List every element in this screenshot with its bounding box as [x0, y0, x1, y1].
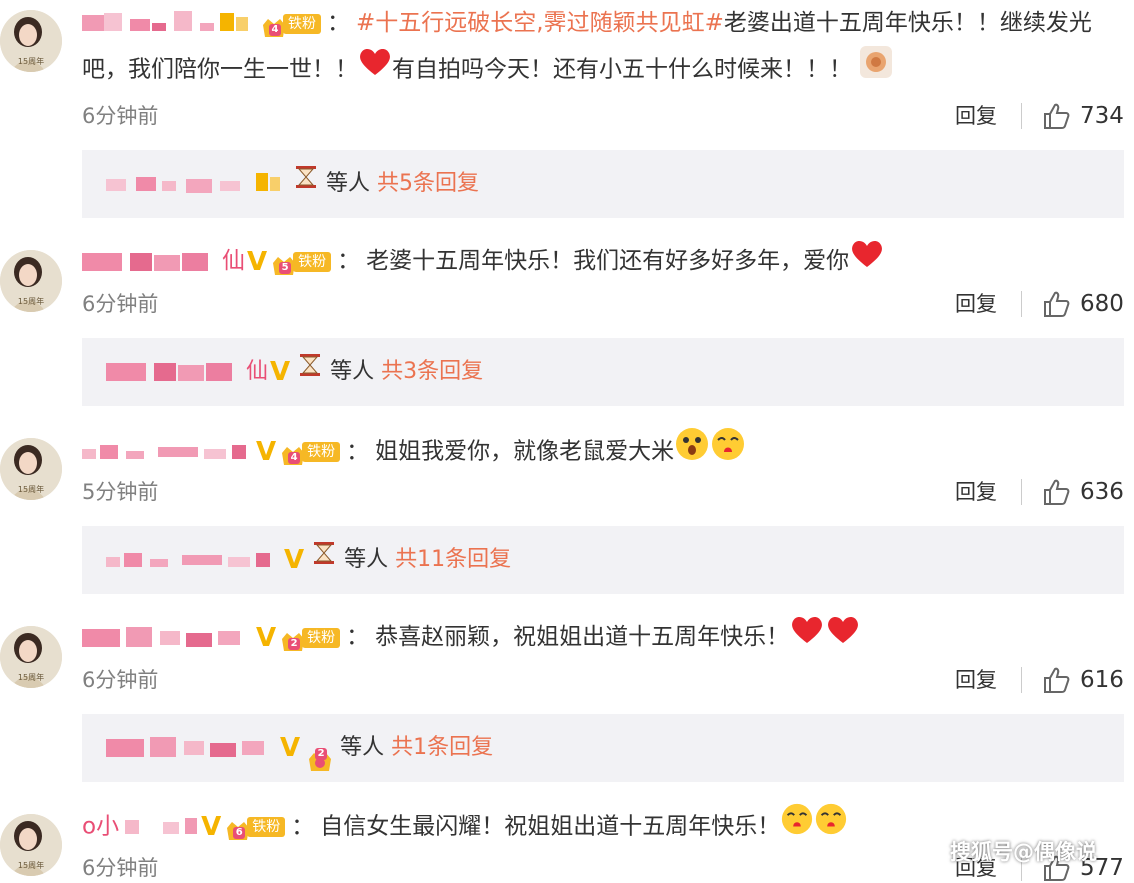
comment-time: 5分钟前 — [82, 480, 159, 504]
fan-crown-icon: 4 — [280, 439, 306, 465]
username-mosaic[interactable] — [82, 437, 254, 467]
avatar[interactable]: 15周年 — [0, 250, 62, 312]
comment-body: V 2 铁粉：恭喜赵丽颖，祝姐姐出道十五周年快乐！ — [82, 614, 1124, 661]
username-mosaic[interactable] — [82, 623, 254, 653]
v-badge-icon: V — [284, 545, 305, 575]
like-button[interactable]: 734 — [1042, 101, 1124, 131]
kiss-emoji — [780, 802, 814, 852]
comment-body: 4 铁粉： #十五行远破长空,霁过随颖共见虹#老婆出道十五周年快乐！！继续发光 — [82, 0, 1124, 46]
fan-badge[interactable]: 4 铁粉 — [261, 11, 321, 37]
hourglass-icon — [297, 338, 323, 406]
peach-emoji — [860, 46, 892, 94]
sub-replies[interactable]: V 2 等人 共1条回复 — [82, 714, 1124, 782]
reply-button[interactable]: 回复 — [955, 665, 997, 695]
like-button[interactable]: 636 — [1042, 477, 1124, 507]
reply-count[interactable]: 共1条回复 — [391, 735, 493, 760]
kiss-emoji — [710, 426, 746, 478]
v-badge-icon: V — [256, 622, 277, 653]
reply-count[interactable]: 共11条回复 — [395, 547, 511, 572]
comment-body-cont: 吧，我们陪你一生一世！！ 有自拍吗今天！还有小五十什么时候来！！！ — [82, 46, 1124, 94]
comment-time: 6分钟前 — [82, 668, 159, 692]
svg-text:15周年: 15周年 — [18, 56, 44, 66]
v-badge-icon: V — [247, 246, 268, 277]
fan-crown-icon: 2 — [280, 625, 306, 651]
thumb-up-icon — [1044, 291, 1070, 317]
fan-badge[interactable]: 6 铁粉 — [225, 814, 286, 840]
like-button[interactable]: 680 — [1042, 289, 1124, 319]
divider — [1021, 103, 1022, 129]
comment-time: 6分钟前 — [82, 104, 159, 128]
reply-button[interactable]: 回复 — [955, 289, 997, 319]
comment-time: 6分钟前 — [82, 856, 159, 880]
replier-mosaic — [106, 173, 280, 193]
divider — [1021, 479, 1022, 505]
fan-badge[interactable]: 2 铁粉 — [280, 625, 341, 651]
heart-emoji — [849, 239, 885, 285]
comment-time: 6分钟前 — [82, 292, 159, 316]
fan-crown-icon: 6 — [225, 814, 251, 840]
svg-text:15周年: 15周年 — [18, 860, 44, 870]
avatar[interactable]: 15周年 — [0, 814, 62, 876]
svg-text:15周年: 15周年 — [18, 296, 44, 306]
hourglass-icon — [311, 526, 337, 594]
like-button[interactable]: 616 — [1042, 665, 1124, 695]
reply-button[interactable]: 回复 — [955, 477, 997, 507]
v-badge-icon: V — [270, 357, 291, 387]
v-badge-icon: V — [201, 812, 222, 842]
replier-mosaic — [106, 737, 264, 757]
thumb-up-icon — [1044, 103, 1070, 129]
comment-body: V 4 铁粉：姐姐我爱你，就像老鼠爱大米 — [82, 426, 1124, 478]
svg-text:15周年: 15周年 — [18, 484, 44, 494]
hourglass-icon — [293, 150, 319, 218]
avatar[interactable]: 15周年 — [0, 10, 62, 72]
fan-crown-icon: 5 — [271, 249, 297, 275]
watermark: 搜狐号@偶像说 — [950, 840, 1097, 864]
reply-count[interactable]: 共5条回复 — [377, 171, 479, 196]
fan-crown-icon: 2 — [307, 735, 333, 771]
username-mosaic[interactable] — [82, 247, 222, 277]
v-badge-icon: V — [256, 437, 277, 467]
heart-emoji — [358, 47, 392, 93]
hug-emoji — [674, 426, 710, 478]
sub-replies[interactable]: V 等人 共11条回复 — [82, 526, 1124, 594]
kiss-emoji — [814, 802, 848, 852]
divider — [1021, 667, 1022, 693]
divider — [1021, 291, 1022, 317]
v-badge-icon: V — [280, 733, 301, 763]
heart-emoji — [825, 615, 861, 661]
reply-count[interactable]: 共3条回复 — [381, 359, 483, 384]
thumb-up-icon — [1044, 667, 1070, 693]
fan-crown-icon: 4 — [261, 11, 287, 37]
topic-link[interactable]: #十五行远破长空,霁过随颖共见虹# — [356, 10, 724, 36]
replier-mosaic — [106, 553, 270, 567]
reply-button[interactable]: 回复 — [955, 101, 997, 131]
username-mosaic[interactable] — [119, 812, 199, 842]
sub-replies[interactable]: 仙V 等人 共3条回复 — [82, 338, 1124, 406]
thumb-up-icon — [1044, 479, 1070, 505]
username-mosaic[interactable] — [82, 9, 257, 39]
avatar[interactable]: 15周年 — [0, 438, 62, 500]
replier-mosaic — [106, 363, 232, 381]
sub-replies[interactable]: 等人 共5条回复 — [82, 150, 1124, 218]
avatar[interactable]: 15周年 — [0, 626, 62, 688]
comment-body: 仙V 5 铁粉：老婆十五周年快乐！我们还有好多好多年，爱你 — [82, 238, 1124, 285]
svg-text:15周年: 15周年 — [18, 672, 44, 682]
username-head[interactable]: o小 — [82, 814, 119, 840]
heart-emoji — [789, 615, 825, 661]
fan-badge[interactable]: 4 铁粉 — [280, 439, 341, 465]
fan-badge[interactable]: 5 铁粉 — [271, 249, 332, 275]
